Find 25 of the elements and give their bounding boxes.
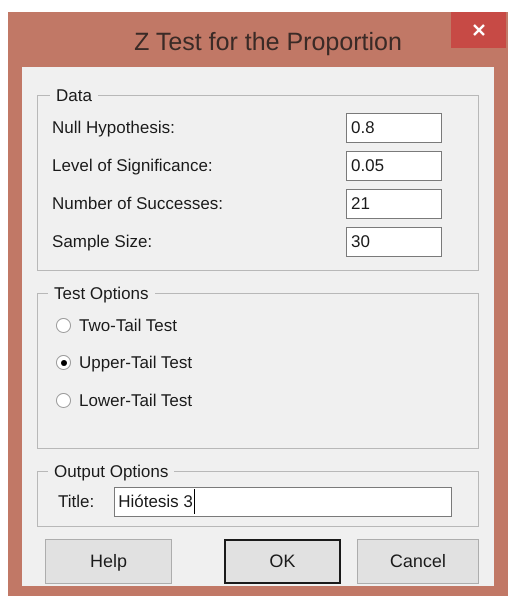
input-field[interactable]: 0.8 — [346, 112, 442, 142]
option-label[interactable]: Two-Tail Test — [79, 312, 177, 338]
group-label: Data — [55, 85, 93, 107]
field-label: Level of Significance: — [52, 154, 213, 177]
group-label: Output Options — [53, 461, 170, 483]
field-label: Sample Size: — [52, 230, 152, 253]
window-title: Z Test for the Proportion — [133, 27, 403, 58]
radio-button[interactable] — [56, 318, 71, 333]
field-label: Title: — [58, 490, 94, 513]
dialog-button[interactable]: Cancel — [356, 539, 479, 584]
input-field[interactable]: 30 — [346, 226, 442, 256]
input-field[interactable]: 21 — [346, 188, 442, 218]
option-label[interactable]: Lower-Tail Test — [79, 388, 192, 413]
input-field[interactable]: 0.05 — [346, 150, 442, 180]
field-label: Null Hypothesis: — [52, 116, 175, 139]
radio-button[interactable] — [56, 392, 71, 408]
field-label: Number of Successes: — [52, 192, 224, 215]
radio-button[interactable] — [56, 355, 71, 370]
option-label[interactable]: Upper-Tail Test — [79, 350, 192, 376]
group-label: Test Options — [53, 283, 150, 305]
dialog-button[interactable]: Help — [45, 539, 172, 584]
title-field[interactable]: Hiótesis 3 — [114, 486, 452, 516]
close-button[interactable] — [451, 12, 506, 48]
dialog-button[interactable]: OK — [224, 539, 341, 584]
close-icon — [472, 24, 484, 36]
